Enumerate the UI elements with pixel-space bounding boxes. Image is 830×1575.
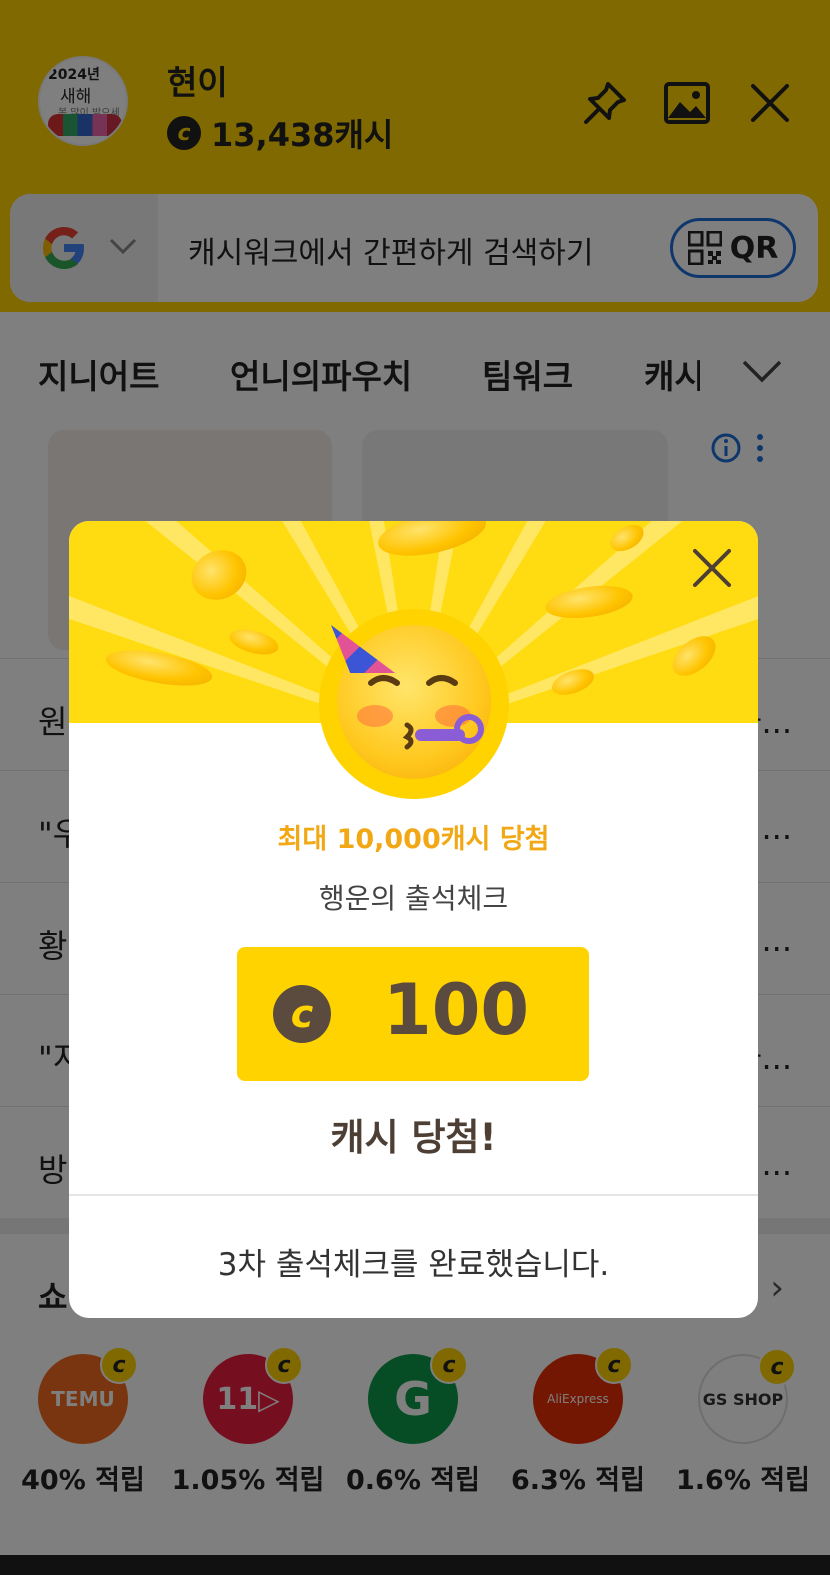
reward-result: 캐시 당첨! (330, 1116, 497, 1159)
modal-divider (69, 1194, 758, 1196)
coin-decoration (227, 624, 281, 660)
promo-text: 최대 10,000캐시 당첨 (277, 824, 550, 855)
coin-decoration (374, 521, 490, 564)
modal-subtitle: 행운의 출석체크 (318, 882, 509, 915)
reward-amount: 100 (383, 969, 530, 1051)
cash-coin-icon: c (273, 985, 331, 1043)
attendance-reward-modal: 최대 10,000캐시 당첨 행운의 출석체크 c 100 캐시 당첨! 3차 … (69, 521, 758, 1318)
system-nav-bar (0, 1555, 830, 1575)
reward-box: c 100 (237, 947, 589, 1081)
modal-close-icon[interactable] (687, 543, 737, 593)
completion-message: 3차 출석체크를 완료했습니다. (217, 1247, 610, 1283)
